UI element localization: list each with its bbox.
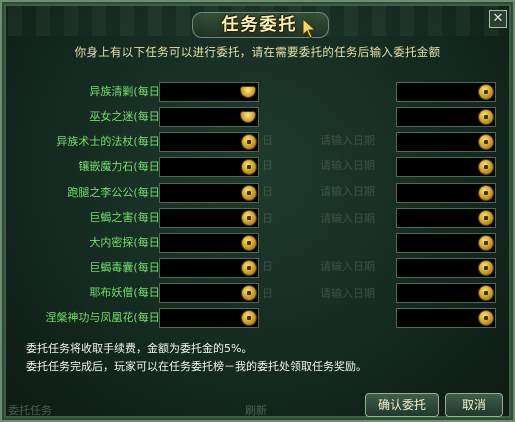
task-label: 异族清剿(每日)	[89, 85, 164, 98]
task-row: 巨蝎之害(每日)	[14, 208, 506, 228]
info-text: 委托任务将收取手续费，金额为委托金的5%。 委托任务完成后，玩家可以在任务委托榜…	[26, 340, 367, 376]
task-label: 涅槃神功与凤凰花(每日)	[45, 311, 164, 324]
task-label: 异族术士的法杖(每日)	[56, 135, 164, 148]
task-row: 异族清剿(每日)	[14, 82, 506, 102]
task-row: 镶嵌魔力石(每日)	[14, 157, 506, 177]
coin-icon	[479, 286, 493, 300]
coin-icon	[479, 110, 493, 124]
task-row: 异族术士的法杖(每日)	[14, 132, 506, 152]
task-row: 涅槃神功与凤凰花(每日)	[14, 308, 506, 328]
coin-icon	[242, 135, 256, 149]
coin-icon	[479, 160, 493, 174]
amount-input[interactable]	[159, 157, 259, 177]
amount-input[interactable]	[159, 82, 259, 102]
amount-input[interactable]	[159, 308, 259, 328]
coin-icon	[479, 261, 493, 275]
dialog-title: 任务委托	[221, 15, 298, 35]
amount-input[interactable]	[159, 283, 259, 303]
coin-icon	[242, 261, 256, 275]
amount-input-secondary[interactable]	[396, 208, 496, 228]
amount-input-secondary[interactable]	[396, 157, 496, 177]
coin-icon	[479, 135, 493, 149]
coin-icon	[479, 311, 493, 325]
coin-icon	[242, 160, 256, 174]
coin-icon	[242, 186, 256, 200]
task-label: 耶布妖僧(每日)	[89, 286, 164, 299]
amount-input-secondary[interactable]	[396, 308, 496, 328]
coin-icon	[242, 286, 256, 300]
amount-input[interactable]	[159, 233, 259, 253]
gold-ingot-icon	[241, 87, 255, 97]
task-label: 大内密探(每日)	[89, 236, 164, 249]
cancel-button[interactable]: 取消	[445, 393, 503, 417]
task-row: 巫女之迷(每日)	[14, 107, 506, 127]
task-label: 跑腿之李公公(每日)	[67, 186, 164, 199]
amount-input[interactable]	[159, 258, 259, 278]
task-row: 耶布妖僧(每日)	[14, 283, 506, 303]
task-delegation-dialog: 任务委托 ✕ 你身上有以下任务可以进行委托，请在需要委托的任务后输入委托金额 日…	[0, 0, 515, 422]
task-label: 巨蝎之害(每日)	[89, 211, 164, 224]
coin-icon	[242, 236, 256, 250]
amount-input[interactable]	[159, 107, 259, 127]
amount-input-secondary[interactable]	[396, 183, 496, 203]
task-row: 跑腿之李公公(每日)	[14, 183, 506, 203]
amount-input-secondary[interactable]	[396, 107, 496, 127]
amount-input-secondary[interactable]	[396, 132, 496, 152]
coin-icon	[479, 186, 493, 200]
amount-input[interactable]	[159, 208, 259, 228]
background-refresh-label: 刷新	[245, 404, 267, 417]
confirm-delegation-button[interactable]: 确认委托	[365, 393, 439, 417]
task-row: 大内密探(每日)	[14, 233, 506, 253]
amount-input-secondary[interactable]	[396, 283, 496, 303]
amount-input-secondary[interactable]	[396, 233, 496, 253]
amount-input[interactable]	[159, 183, 259, 203]
task-list: 异族清剿(每日) 巫女之迷(每日) 异族术士的法杖(每日) 镶嵌魔力石(每日) …	[14, 76, 506, 336]
task-row: 巨蝎毒囊(每日)	[14, 258, 506, 278]
coin-icon	[479, 236, 493, 250]
task-label: 镶嵌魔力石(每日)	[78, 160, 164, 173]
dialog-subtitle: 你身上有以下任务可以进行委托，请在需要委托的任务后输入委托金额	[74, 45, 441, 59]
coin-icon	[242, 311, 256, 325]
background-tab-label: 委托任务	[8, 404, 52, 417]
gold-ingot-icon	[241, 112, 255, 122]
amount-input[interactable]	[159, 132, 259, 152]
task-label: 巫女之迷(每日)	[89, 110, 164, 123]
coin-icon	[479, 211, 493, 225]
close-button[interactable]: ✕	[489, 10, 507, 28]
coin-icon	[479, 85, 493, 99]
reward-notice: 委托任务完成后，玩家可以在任务委托榜－我的委托处领取任务奖励。	[26, 360, 367, 373]
coin-icon	[242, 211, 256, 225]
fee-notice: 委托任务将收取手续费，金额为委托金的5%。	[26, 342, 253, 355]
task-label: 巨蝎毒囊(每日)	[89, 261, 164, 274]
amount-input-secondary[interactable]	[396, 82, 496, 102]
amount-input-secondary[interactable]	[396, 258, 496, 278]
